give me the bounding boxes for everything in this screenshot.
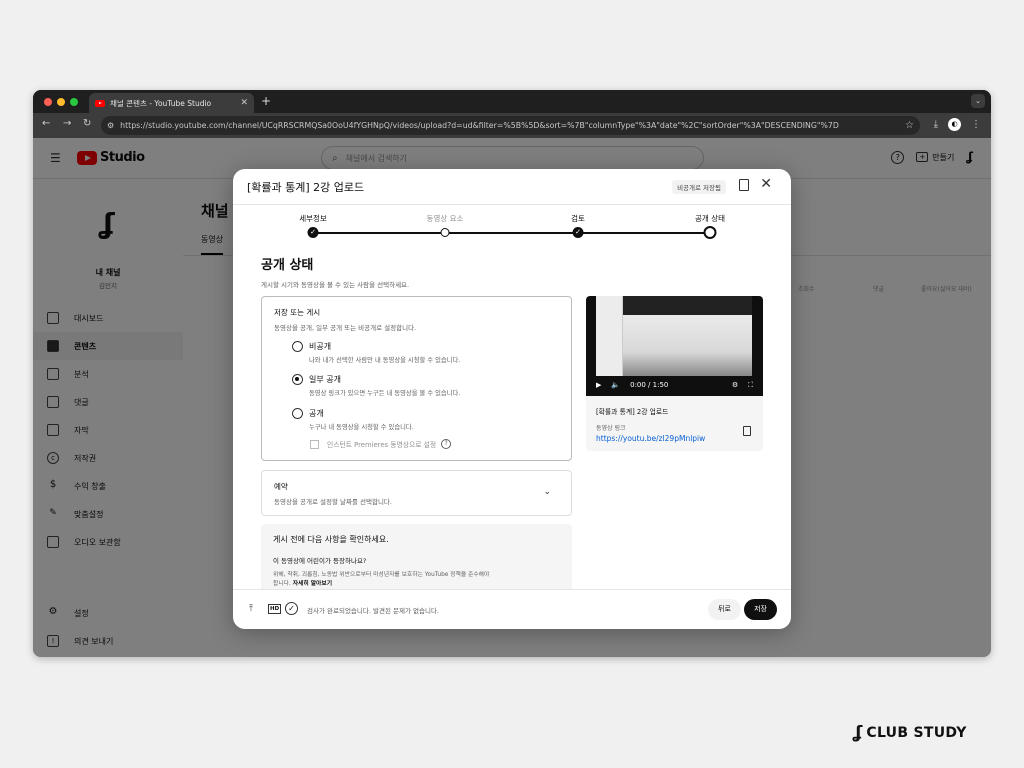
option-desc: 누구나 내 동영상을 시청할 수 있습니다. bbox=[309, 424, 414, 431]
fullscreen-icon[interactable]: ⛶ bbox=[748, 381, 753, 390]
schedule-title: 예약 bbox=[274, 482, 288, 491]
schedule-subtitle: 동영상을 공개로 설정할 날짜를 선택합니다. bbox=[274, 498, 392, 506]
hd-icon: HD bbox=[268, 604, 282, 614]
maximize-window-button[interactable] bbox=[70, 98, 78, 106]
section-title: 공개 상태 bbox=[261, 258, 314, 273]
option-label: 비공개 bbox=[309, 342, 332, 351]
option-desc: 동영상 링크가 있으면 누구든 내 동영상을 볼 수 있습니다. bbox=[309, 390, 461, 397]
club-study-logo: ʆ CLUB STUDY bbox=[853, 723, 967, 743]
unlisted-radio[interactable] bbox=[292, 374, 303, 385]
settings-gear-icon[interactable]: ⚙ bbox=[732, 381, 738, 389]
step-checks[interactable]: 검토 bbox=[571, 213, 585, 224]
checklist-desc-text-2: 합니다. bbox=[273, 580, 291, 587]
pre-publish-checklist: 게시 전에 다음 사항을 확인하세요. 이 동영상에 어린이가 등장하나요? 위… bbox=[261, 524, 572, 589]
dialog-footer: ⤒ HD ✓ 검사가 완료되었습니다. 발견된 문제가 없습니다. 뒤로 저장 bbox=[233, 589, 791, 629]
public-radio[interactable] bbox=[292, 408, 303, 419]
video-player[interactable]: ▶ 🔈 0:00 / 1:50 ⚙ ⛶ bbox=[586, 296, 763, 396]
help-question-icon[interactable]: ? bbox=[441, 439, 452, 449]
frame-sidebar bbox=[596, 296, 623, 376]
play-icon[interactable]: ▶ bbox=[596, 381, 601, 389]
premiere-option[interactable]: 인스턴트 Premieres 동영상으로 설정 ? bbox=[310, 439, 452, 449]
checklist-description: 위해, 착취, 괴롭힘, 노동법 위반으로부터 미성년자를 보호하는 YouTu… bbox=[273, 571, 560, 589]
checklist-title: 게시 전에 다음 사항을 확인하세요. bbox=[273, 535, 389, 544]
section-subtitle: 게시할 시기와 동영상을 볼 수 있는 사람을 선택하세요. bbox=[261, 281, 410, 289]
option-label: 일부 공개 bbox=[309, 375, 341, 384]
tab-close-icon[interactable]: ✕ bbox=[240, 98, 248, 108]
tab-title: 채널 콘텐츠 - YouTube Studio bbox=[110, 98, 212, 108]
download-icon[interactable]: ⤓ bbox=[934, 119, 938, 130]
window-controls bbox=[44, 98, 78, 106]
save-or-publish-card: 저장 또는 게시 동영상을 공개, 일부 공개 또는 비공개로 설정합니다. 비… bbox=[261, 296, 572, 461]
more-menu-icon[interactable]: ⋮ bbox=[971, 119, 981, 130]
step-current-dot-icon bbox=[703, 226, 717, 239]
new-tab-icon[interactable]: + bbox=[261, 94, 271, 108]
video-preview-card: ▶ 🔈 0:00 / 1:50 ⚙ ⛶ [확률과 통계] 2강 업로드 동영상 … bbox=[586, 296, 763, 451]
minimize-window-button[interactable] bbox=[57, 98, 65, 106]
dialog-header: [확률과 통계] 2강 업로드 비공개로 저장됨 ✕ bbox=[233, 169, 791, 205]
schedule-card[interactable]: 예약 동영상을 공개로 설정할 날짜를 선택합니다. ⌄ bbox=[261, 470, 572, 516]
step-video-elements[interactable]: 동영상 요소 bbox=[427, 213, 464, 224]
premiere-checkbox[interactable] bbox=[310, 439, 319, 449]
reload-icon[interactable]: ↻ bbox=[83, 118, 91, 129]
feedback-flag-icon[interactable] bbox=[739, 179, 749, 191]
dialog-title: [확률과 통계] 2강 업로드 bbox=[247, 181, 365, 194]
toolbar-right: ⤓ ◐ ⋮ bbox=[934, 118, 981, 131]
bookmark-star-icon[interactable]: ☆ bbox=[905, 120, 914, 131]
video-link-label: 동영상 링크 bbox=[596, 425, 626, 432]
step-visibility[interactable]: 공개 상태 bbox=[695, 213, 725, 224]
address-bar: ← → ↻ ⚙ https://studio.youtube.com/chann… bbox=[33, 113, 991, 138]
video-frame bbox=[596, 296, 752, 376]
brand-text: CLUB STUDY bbox=[866, 725, 967, 741]
dialog-body: 공개 상태 게시할 시기와 동영상을 볼 수 있는 사람을 선택하세요. 저장 … bbox=[261, 254, 771, 589]
card-title: 저장 또는 게시 bbox=[274, 308, 321, 317]
video-controls: ▶ 🔈 0:00 / 1:50 ⚙ ⛶ bbox=[586, 374, 763, 396]
upload-stepper: 세부정보 동영상 요소 검토 공개 상태 ✓ ✓ bbox=[233, 205, 791, 245]
step-done-check-icon: ✓ bbox=[307, 227, 319, 238]
checklist-question: 이 동영상에 어린이가 등장하나요? bbox=[273, 557, 367, 565]
club-study-mark-icon: ʆ bbox=[853, 723, 863, 743]
card-subtitle: 동영상을 공개, 일부 공개 또는 비공개로 설정합니다. bbox=[274, 324, 417, 332]
private-radio[interactable] bbox=[292, 341, 303, 352]
copy-icon[interactable] bbox=[743, 426, 751, 436]
url-text: https://studio.youtube.com/channel/UCqRR… bbox=[120, 121, 839, 130]
video-time: 0:00 / 1:50 bbox=[630, 381, 669, 389]
upload-dialog: [확률과 통계] 2강 업로드 비공개로 저장됨 ✕ 세부정보 동영상 요소 검… bbox=[233, 169, 791, 629]
forward-arrow-icon[interactable]: → bbox=[63, 118, 71, 129]
back-button[interactable]: 뒤로 bbox=[708, 599, 741, 620]
video-link[interactable]: https://youtu.be/zl29pMnlpiw bbox=[596, 434, 705, 443]
premiere-label: 인스턴트 Premieres 동영상으로 설정 bbox=[327, 441, 437, 449]
volume-icon[interactable]: 🔈 bbox=[611, 381, 620, 389]
saved-status-badge: 비공개로 저장됨 bbox=[672, 180, 726, 194]
footer-status: 검사가 완료되었습니다. 발견된 문제가 없습니다. bbox=[307, 607, 439, 615]
tab-search-icon[interactable]: ⌄ bbox=[971, 94, 985, 108]
close-window-button[interactable] bbox=[44, 98, 52, 106]
close-icon[interactable]: ✕ bbox=[760, 176, 772, 192]
tab-bar: 채널 콘텐츠 - YouTube Studio ✕ + ⌄ bbox=[33, 90, 991, 113]
upload-icon[interactable]: ⤒ bbox=[249, 604, 253, 614]
back-arrow-icon[interactable]: ← bbox=[42, 118, 50, 129]
checklist-desc-text: 위해, 착취, 괴롭힘, 노동법 위반으로부터 미성년자를 보호하는 YouTu… bbox=[273, 572, 490, 578]
browser-tab[interactable]: 채널 콘텐츠 - YouTube Studio ✕ bbox=[89, 93, 254, 113]
profile-avatar-icon[interactable]: ◐ bbox=[948, 118, 961, 131]
checks-complete-icon[interactable]: ✓ bbox=[285, 602, 298, 615]
site-settings-icon[interactable]: ⚙ bbox=[107, 121, 114, 130]
stepper-line bbox=[313, 232, 710, 234]
chevron-down-icon[interactable]: ⌄ bbox=[543, 487, 551, 497]
option-label: 공개 bbox=[309, 409, 324, 418]
save-button[interactable]: 저장 bbox=[744, 599, 777, 620]
youtube-favicon-icon bbox=[95, 99, 105, 107]
step-done-check-icon: ✓ bbox=[572, 227, 584, 238]
url-field[interactable]: ⚙ https://studio.youtube.com/channel/UCq… bbox=[101, 116, 920, 135]
preview-video-title: [확률과 통계] 2강 업로드 bbox=[596, 408, 669, 416]
step-details[interactable]: 세부정보 bbox=[299, 213, 327, 224]
learn-more-link[interactable]: 자세히 알아보기 bbox=[293, 581, 332, 587]
step-empty-dot-icon bbox=[440, 228, 450, 237]
option-desc: 나와 내가 선택한 사람만 내 동영상을 시청할 수 있습니다. bbox=[309, 357, 461, 364]
